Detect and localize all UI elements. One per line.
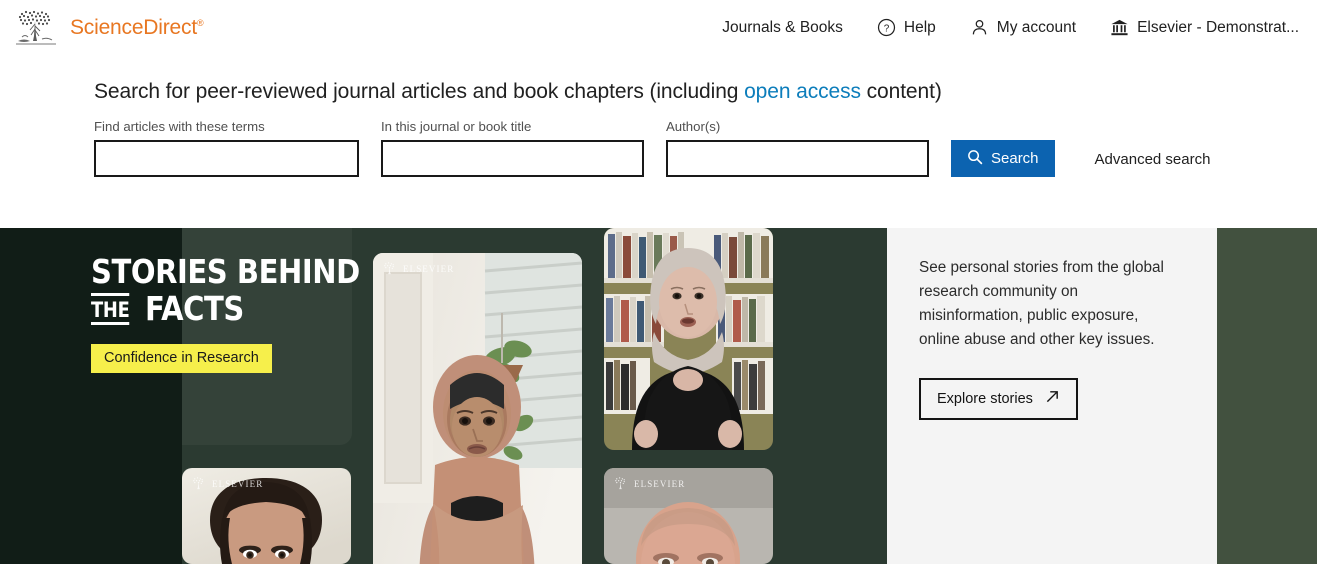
search-input-terms[interactable]: [94, 140, 359, 177]
search-field-authors-label: Author(s): [666, 119, 721, 134]
video-tile-bottom-right-watermark-label: ELSEVIER: [634, 478, 686, 489]
open-access-link[interactable]: open access: [744, 80, 861, 103]
search-heading-pre: Search for peer-reviewed journal article…: [94, 80, 745, 103]
person-icon: [970, 18, 989, 37]
video-tile-bottom-left-watermark-label: ELSEVIER: [212, 478, 264, 489]
search-input-authors[interactable]: [666, 140, 929, 177]
hero-headline-line2: THE FACTS: [91, 292, 391, 325]
search-field-terms-label: Find articles with these terms: [94, 119, 265, 134]
search-field-authors: Author(s): [666, 119, 929, 177]
elsevier-tree-logo: [14, 7, 58, 48]
site-header: ScienceDirect® Journals & Books ? Help M…: [0, 0, 1317, 55]
brand-trademark: ®: [196, 17, 204, 28]
search-field-journal: In this journal or book title: [381, 119, 644, 177]
hero-right-panel: [1217, 228, 1317, 564]
hero-panel-text: See personal stories from the global res…: [919, 259, 1164, 348]
hero-headline-the: THE: [91, 293, 130, 325]
confidence-badge: Confidence in Research: [91, 344, 272, 373]
video-tile-bottom-right-watermark: ELSEVIER: [613, 476, 685, 491]
video-tile-center-watermark-label: ELSEVIER: [403, 263, 455, 274]
hero-headline-line1: STORIES BEHIND: [91, 252, 360, 291]
explore-stories-label: Explore stories: [937, 390, 1033, 407]
video-tile-center-watermark: ELSEVIER: [382, 261, 454, 276]
question-circle-icon: ?: [877, 18, 896, 37]
video-tile-center[interactable]: ELSEVIER: [373, 253, 582, 564]
hero-headline: STORIES BEHIND THE FACTS Confidence in R…: [91, 254, 391, 373]
elsevier-tree-logo: [615, 477, 625, 490]
search-fields: Find articles with these terms In this j…: [94, 119, 1317, 177]
nav-help-label: Help: [903, 18, 936, 36]
video-tile-bottom-left-watermark: ELSEVIER: [191, 476, 263, 491]
nav-my-account-label: My account: [996, 18, 1077, 36]
search-icon: [967, 149, 983, 169]
explore-stories-button[interactable]: Explore stories: [919, 378, 1078, 420]
search-field-journal-label: In this journal or book title: [381, 119, 532, 134]
search-field-terms: Find articles with these terms: [94, 119, 359, 177]
video-tile-bottom-left[interactable]: ELSEVIER: [182, 468, 351, 564]
nav-my-account[interactable]: My account: [970, 18, 1076, 37]
advanced-search-link[interactable]: Advanced search: [1095, 151, 1211, 168]
search-section: Search for peer-reviewed journal article…: [0, 55, 1317, 228]
hero-banner: STORIES BEHIND THE FACTS Confidence in R…: [0, 228, 1317, 564]
search-button[interactable]: Search: [951, 140, 1055, 177]
sciencedirect-logo[interactable]: ScienceDirect®: [14, 7, 204, 48]
brand-name: ScienceDirect®: [70, 15, 204, 39]
nav-institution-label: Elsevier - Demonstrat...: [1137, 18, 1299, 36]
elsevier-tree-logo: [193, 477, 203, 490]
hero-headline-facts: FACTS: [145, 289, 245, 328]
header-nav: Journals & Books ? Help My account Elsev…: [722, 18, 1305, 37]
hero-info-content: See personal stories from the global res…: [919, 256, 1174, 420]
video-tile-top-right[interactable]: [604, 228, 773, 450]
search-heading-post: content): [860, 80, 942, 103]
search-input-journal[interactable]: [381, 140, 644, 177]
svg-text:?: ?: [884, 23, 890, 34]
nav-institution[interactable]: Elsevier - Demonstrat...: [1110, 18, 1299, 37]
search-button-label: Search: [991, 150, 1039, 167]
search-heading: Search for peer-reviewed journal article…: [94, 55, 1317, 104]
nav-journals-and-books[interactable]: Journals & Books: [722, 19, 843, 37]
institution-icon: [1110, 18, 1129, 37]
nav-journals-and-books-label: Journals & Books: [722, 18, 843, 36]
arrow-up-right-icon: [1045, 389, 1060, 408]
video-tile-bottom-right[interactable]: ELSEVIER: [604, 468, 773, 564]
nav-help[interactable]: ? Help: [877, 18, 936, 37]
